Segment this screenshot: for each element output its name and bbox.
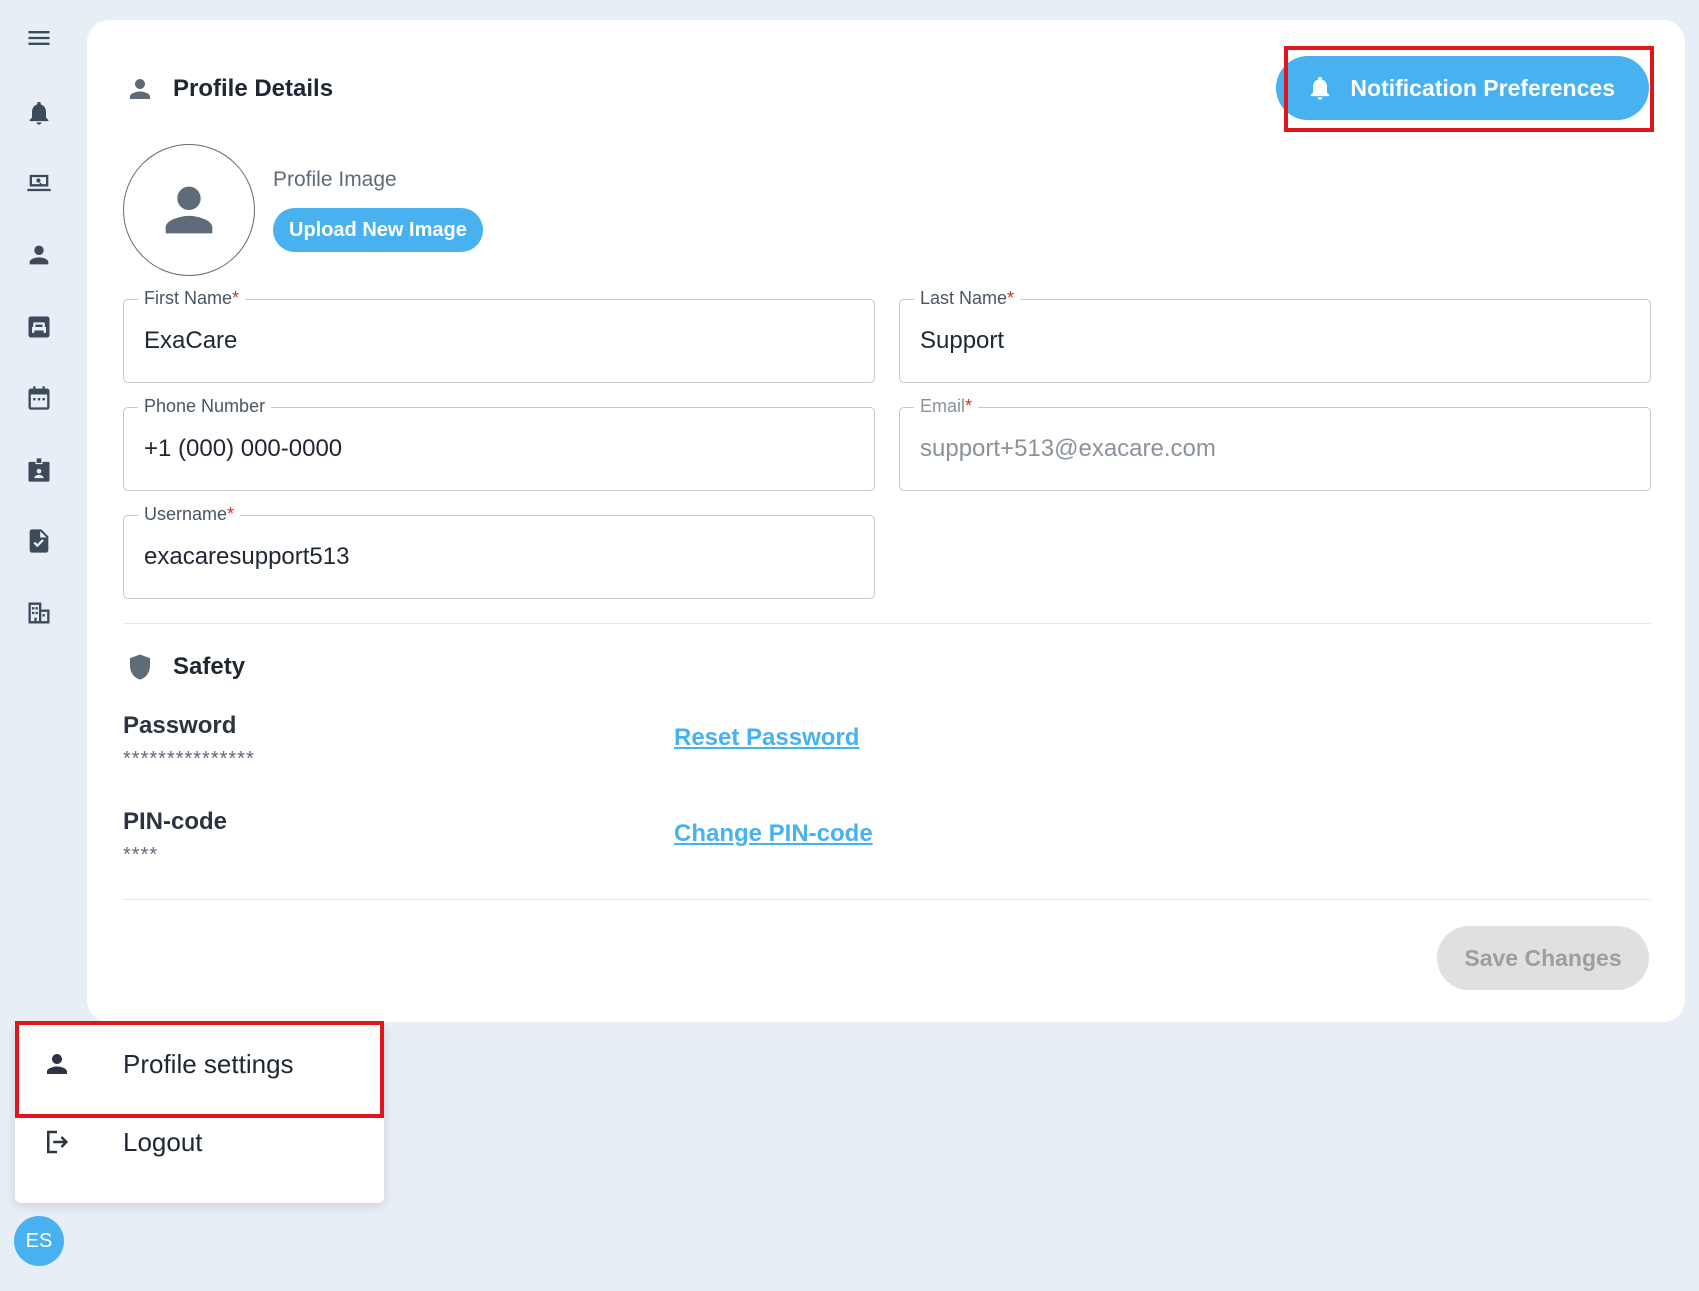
user-avatar[interactable]: ES [14, 1216, 64, 1266]
username-field[interactable]: Username* exacaresupport513 [123, 504, 875, 599]
notification-preferences-button[interactable]: Notification Preferences [1276, 56, 1649, 120]
menu-item-logout[interactable]: Logout [15, 1103, 384, 1181]
required-mark: * [232, 288, 240, 308]
upload-image-button[interactable]: Upload New Image [273, 208, 483, 252]
profile-avatar [123, 144, 255, 276]
last-name-value: Support [920, 327, 1005, 354]
first-name-legend: First Name* [138, 288, 246, 309]
first-name-value: ExaCare [144, 327, 238, 354]
building-icon[interactable] [22, 596, 56, 630]
last-name-field[interactable]: Last Name* Support [899, 288, 1651, 383]
person-icon[interactable] [22, 238, 56, 272]
user-menu: Profile settings Logout [15, 1023, 384, 1203]
menu-icon[interactable] [22, 21, 56, 55]
phone-number-field[interactable]: Phone Number +1 (000) 000-0000 [123, 396, 875, 491]
safety-header: Safety [125, 652, 245, 682]
pin-code-label: PIN-code [123, 808, 228, 835]
document-check-icon[interactable] [22, 524, 56, 558]
first-name-label: First Name [144, 288, 233, 308]
user-initials: ES [25, 1229, 53, 1252]
bell-icon[interactable] [22, 96, 56, 130]
divider [123, 899, 1651, 900]
profile-card: Profile Details Notification Preferences… [87, 20, 1685, 1022]
menu-item-profile-settings[interactable]: Profile settings [15, 1025, 384, 1103]
menu-item-label: Logout [123, 1126, 203, 1157]
person-icon [130, 79, 150, 99]
username-label: Username [144, 504, 228, 524]
shield-icon [130, 654, 150, 680]
save-changes-button[interactable]: Save Changes [1437, 926, 1649, 990]
email-legend: Email* [914, 396, 979, 417]
profile-image-label: Profile Image [273, 168, 397, 191]
email-value: support+513@exacare.com [920, 435, 1216, 462]
save-changes-label: Save Changes [1464, 944, 1622, 971]
person-icon [165, 186, 213, 234]
required-mark: * [1007, 288, 1015, 308]
email-field: Email* support+513@exacare.com [899, 396, 1651, 491]
first-name-field[interactable]: First Name* ExaCare [123, 288, 875, 383]
email-label: Email [920, 396, 966, 416]
last-name-legend: Last Name* [914, 288, 1021, 309]
bed-icon[interactable] [22, 310, 56, 344]
reset-password-link[interactable]: Reset Password [674, 724, 859, 752]
bell-icon [1311, 76, 1330, 100]
phone-number-label: Phone Number [144, 396, 266, 416]
pin-code-mask: **** [123, 844, 159, 866]
upload-image-label: Upload New Image [289, 218, 467, 241]
phone-number-value: +1 (000) 000-0000 [144, 435, 343, 462]
page-title: Profile Details [173, 75, 334, 102]
password-label: Password [123, 712, 237, 739]
divider [123, 623, 1651, 624]
phone-number-legend: Phone Number [138, 396, 272, 417]
logout-icon [41, 1126, 73, 1158]
person-icon [41, 1048, 73, 1080]
menu-item-label: Profile settings [123, 1048, 294, 1079]
username-value: exacaresupport513 [144, 543, 350, 570]
laptop-search-icon[interactable] [22, 166, 56, 200]
password-mask: *************** [123, 748, 255, 770]
last-name-label: Last Name [920, 288, 1008, 308]
safety-title: Safety [173, 653, 246, 680]
profile-details-header: Profile Details [125, 74, 333, 104]
required-mark: * [227, 504, 235, 524]
notification-preferences-label: Notification Preferences [1350, 74, 1615, 101]
change-pin-code-link[interactable]: Change PIN-code [674, 820, 873, 848]
username-legend: Username* [138, 504, 241, 525]
staff-badge-icon[interactable] [22, 453, 56, 487]
calendar-icon[interactable] [22, 381, 56, 415]
required-mark: * [965, 396, 973, 416]
